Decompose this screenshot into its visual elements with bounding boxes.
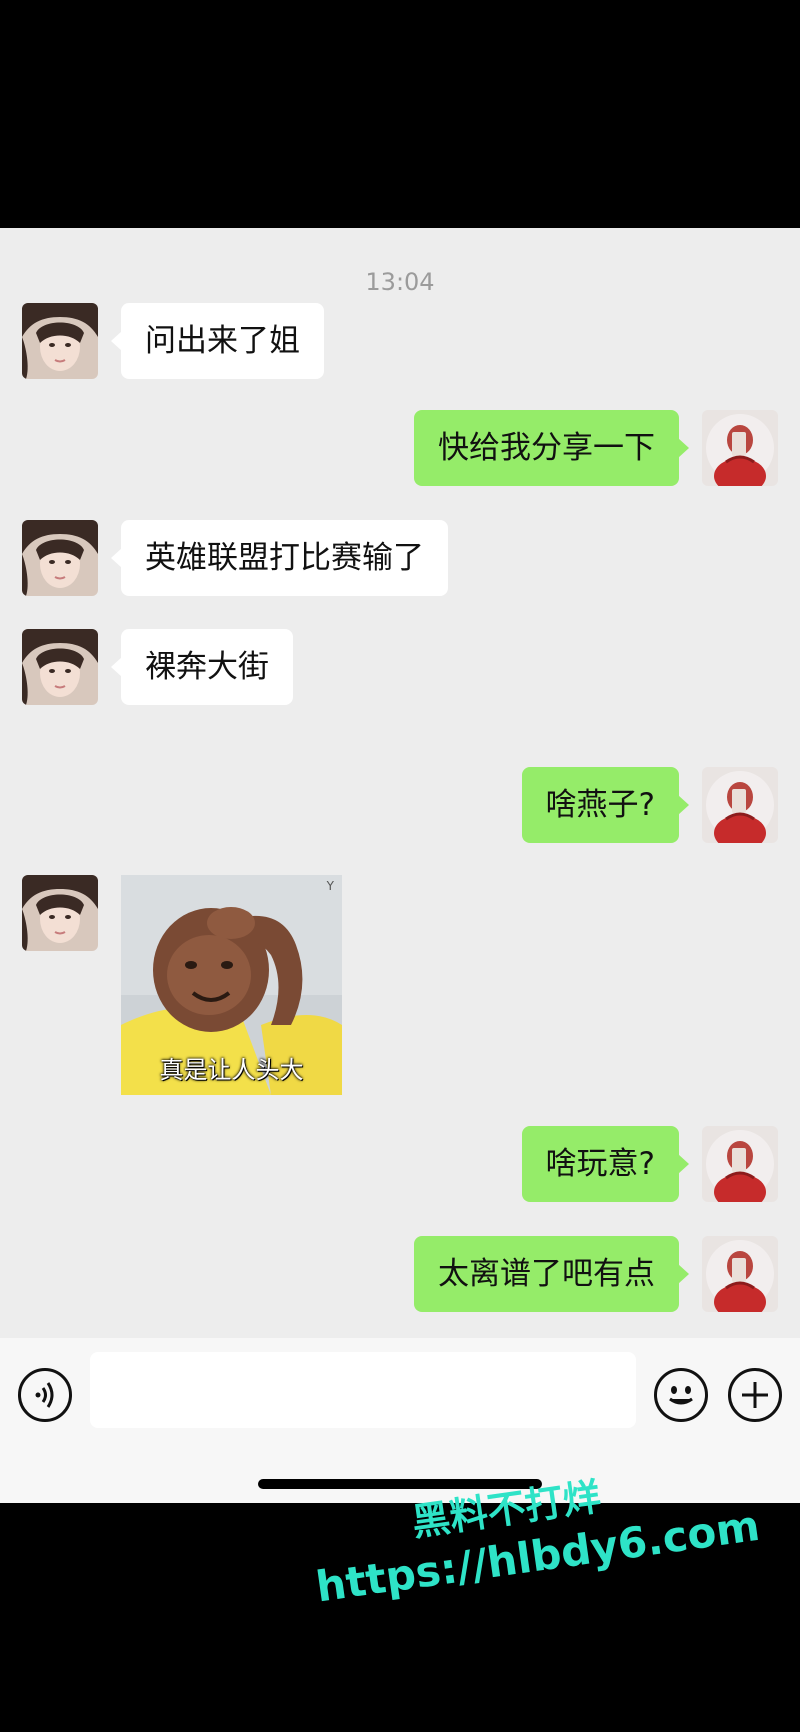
incoming-message[interactable]: 英雄联盟打比赛输了 xyxy=(111,520,448,596)
input-bar xyxy=(0,1338,800,1503)
outgoing-message[interactable]: 太离谱了吧有点 xyxy=(414,1236,689,1312)
sticker-image[interactable]: Y 真是让人头大 xyxy=(121,875,342,1095)
incoming-message[interactable]: 裸奔大街 xyxy=(111,629,293,705)
contact-avatar[interactable] xyxy=(22,303,98,379)
my-avatar[interactable] xyxy=(702,1236,778,1312)
outgoing-message[interactable]: 啥玩意? xyxy=(521,1126,690,1202)
outgoing-message[interactable]: 啥燕子? xyxy=(521,767,690,843)
contact-avatar[interactable] xyxy=(22,520,98,596)
voice-icon[interactable] xyxy=(18,1368,72,1422)
my-avatar[interactable] xyxy=(702,410,778,486)
contact-avatar[interactable] xyxy=(22,875,98,951)
outgoing-message[interactable]: 快给我分享一下 xyxy=(414,410,689,486)
sticker-caption: 真是让人头大 xyxy=(159,1056,304,1084)
top-black-area xyxy=(0,0,800,228)
message-input[interactable] xyxy=(90,1352,636,1428)
incoming-message[interactable]: 问出来了姐 xyxy=(111,303,324,379)
chat-area[interactable]: 13:04 问出来了姐 快给我分享一下 英雄联盟打比赛输了 裸奔大街 啥燕子? xyxy=(0,228,800,1338)
sticker-mark: Y xyxy=(326,879,334,893)
contact-avatar[interactable] xyxy=(22,629,98,705)
my-avatar[interactable] xyxy=(702,767,778,843)
emoji-icon[interactable] xyxy=(654,1368,708,1422)
my-avatar[interactable] xyxy=(702,1126,778,1202)
plus-icon[interactable] xyxy=(728,1368,782,1422)
message-timestamp: 13:04 xyxy=(365,268,435,296)
